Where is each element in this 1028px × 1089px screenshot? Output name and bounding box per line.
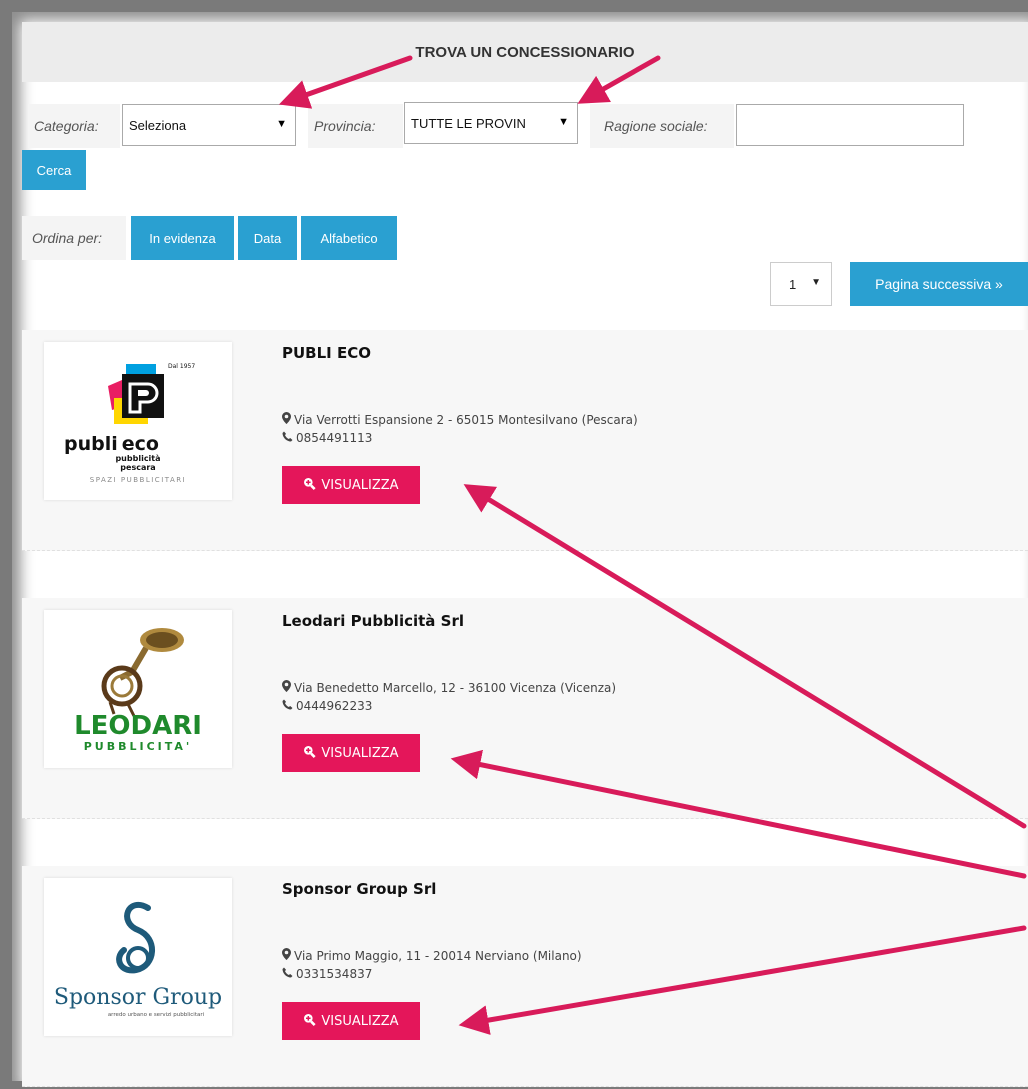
caret-down-icon: ▼ (276, 118, 287, 130)
listing-phone: 0444962233 (282, 699, 372, 713)
page-number-select[interactable]: 1 ▼ (770, 262, 832, 306)
provincia-label: Provincia: (308, 104, 403, 148)
sponsor-group-logo-graphic: Sponsor Group arredo urbano e servizi pu… (54, 902, 222, 1018)
svg-text:pubblicità: pubblicità (115, 454, 160, 463)
visualizza-label: VISUALIZZA (321, 745, 399, 761)
map-marker-icon (282, 948, 291, 963)
provincia-select[interactable]: TUTTE LE PROVIN ▼ (404, 102, 578, 144)
visualizza-button[interactable]: VISUALIZZA (282, 466, 420, 504)
page-title: TROVA UN CONCESSIONARIO (415, 43, 635, 61)
svg-text:Dal 1957: Dal 1957 (168, 363, 195, 370)
listing-title: PUBLI ECO (282, 344, 371, 362)
zoom-icon (303, 477, 316, 494)
sort-in-evidenza-button[interactable]: In evidenza (131, 216, 234, 260)
svg-text:pescara: pescara (120, 463, 155, 472)
listing-address-text: Via Verrotti Espansione 2 - 65015 Montes… (294, 412, 638, 427)
leodari-logo-graphic: LEODARI PUBBLICITA' (74, 628, 202, 753)
categoria-label: Categoria: (28, 104, 120, 148)
visualizza-button[interactable]: VISUALIZZA (282, 734, 420, 772)
sort-data-button[interactable]: Data (238, 216, 297, 260)
listing-address: Via Primo Maggio, 11 - 20014 Nerviano (M… (282, 948, 582, 963)
caret-down-icon: ▼ (811, 277, 821, 288)
sort-alfabetico-button[interactable]: Alfabetico (301, 216, 397, 260)
listing-phone: 0854491113 (282, 431, 372, 445)
sponsor-group-logo: Sponsor Group arredo urbano e servizi pu… (44, 878, 232, 1036)
phone-icon (282, 431, 293, 445)
listing-card: Dal 1957 publi eco pubblicità pescara SPA… (22, 330, 1028, 551)
search-button[interactable]: Cerca (22, 150, 86, 190)
leodari-logo: LEODARI PUBBLICITA' (44, 610, 232, 768)
listing-card: LEODARI PUBBLICITA' Leodari Pubblicità S… (22, 598, 1028, 819)
listing-phone: 0331534837 (282, 967, 372, 981)
svg-text:LEODARI: LEODARI (74, 711, 202, 741)
svg-text:arredo urbano e servizi pubbli: arredo urbano e servizi pubblicitari (108, 1012, 205, 1018)
page-header: TROVA UN CONCESSIONARIO (22, 22, 1028, 82)
caret-down-icon: ▼ (558, 116, 569, 128)
listing-address-text: Via Primo Maggio, 11 - 20014 Nerviano (M… (294, 948, 582, 963)
listing-title: Sponsor Group Srl (282, 880, 437, 898)
page-number-value: 1 (789, 276, 797, 292)
publi-eco-logo-graphic: Dal 1957 publi eco pubblicità pescara SPA… (64, 363, 195, 484)
zoom-icon (303, 745, 316, 762)
listing-phone-text: 0444962233 (296, 699, 373, 713)
ragione-sociale-input[interactable] (736, 104, 964, 146)
listing-address: Via Verrotti Espansione 2 - 65015 Montes… (282, 412, 638, 427)
map-marker-icon (282, 680, 291, 695)
listing-phone-text: 0331534837 (296, 967, 373, 981)
zoom-icon (303, 1013, 316, 1030)
map-marker-icon (282, 412, 291, 427)
visualizza-label: VISUALIZZA (321, 477, 399, 493)
svg-text:SPAZI PUBBLICITARI: SPAZI PUBBLICITARI (90, 476, 186, 484)
svg-text:PUBBLICITA': PUBBLICITA' (84, 740, 193, 753)
phone-icon (282, 699, 293, 713)
provincia-select-value: TUTTE LE PROVIN (411, 115, 526, 131)
ragione-sociale-label: Ragione sociale: (590, 104, 734, 148)
svg-text:Sponsor Group: Sponsor Group (54, 985, 222, 1010)
next-page-button[interactable]: Pagina successiva » (850, 262, 1028, 306)
listing-title: Leodari Pubblicità Srl (282, 612, 464, 630)
svg-text:publieco: publi eco (64, 433, 159, 455)
listing-card: Sponsor Group arredo urbano e servizi pu… (22, 866, 1028, 1087)
sort-label: Ordina per: (22, 216, 126, 260)
categoria-select[interactable]: Seleziona ▼ (122, 104, 296, 146)
publi-eco-logo: Dal 1957 publi eco pubblicità pescara SPA… (44, 342, 232, 500)
listing-address: Via Benedetto Marcello, 12 - 36100 Vicen… (282, 680, 616, 695)
listing-address-text: Via Benedetto Marcello, 12 - 36100 Vicen… (294, 680, 617, 695)
categoria-select-value: Seleziona (129, 117, 187, 133)
phone-icon (282, 967, 293, 981)
visualizza-label: VISUALIZZA (321, 1013, 399, 1029)
visualizza-button[interactable]: VISUALIZZA (282, 1002, 420, 1040)
listing-phone-text: 0854491113 (296, 431, 373, 445)
